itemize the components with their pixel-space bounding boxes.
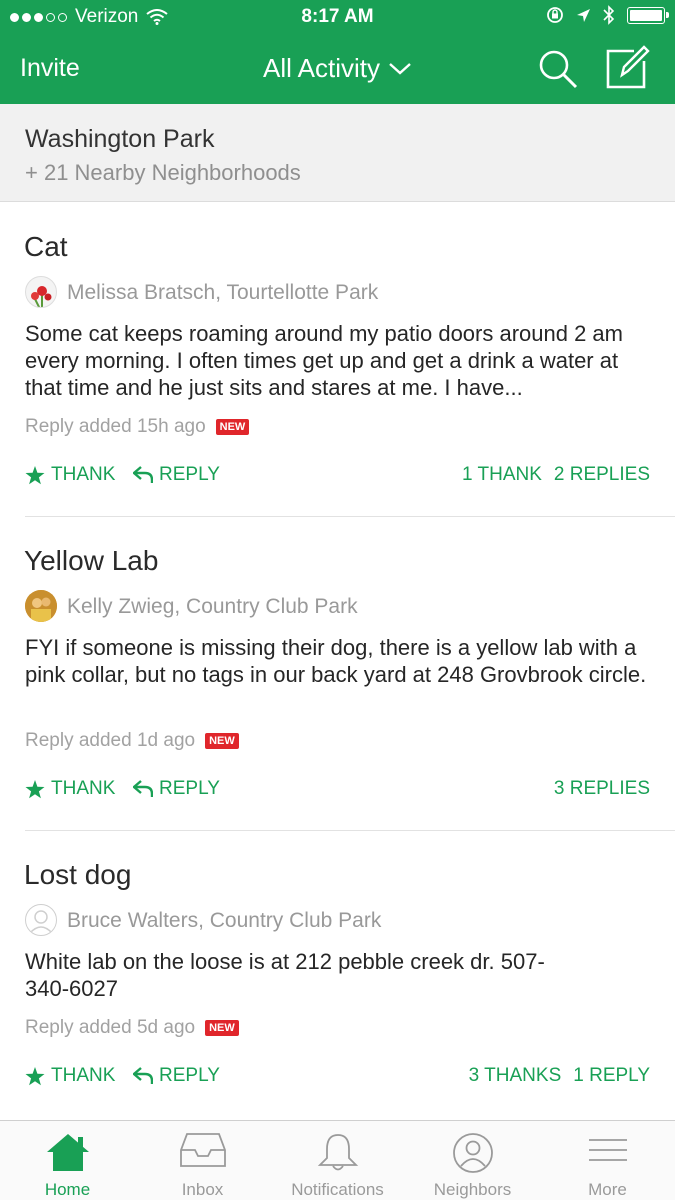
tab-label: More <box>588 1180 627 1199</box>
thanks-count[interactable]: 3 THANKS <box>469 1065 562 1087</box>
flower-avatar-icon <box>31 286 52 307</box>
thank-button[interactable]: THANK <box>25 464 115 486</box>
location-arrow-icon <box>577 8 590 22</box>
activity-filter-label: All Activity <box>262 53 381 83</box>
post-body: FYI if someone is missing their dog, the… <box>25 635 647 687</box>
battery-icon <box>627 6 669 24</box>
avatar[interactable] <box>25 590 57 622</box>
nearby-neighborhoods: + 21 Nearby Neighborhoods <box>25 160 301 185</box>
star-icon <box>25 779 45 798</box>
star-icon <box>25 1066 45 1085</box>
post-counts: 3 THANKS 1 REPLY <box>469 1065 650 1087</box>
post-card[interactable]: Lost dog Bruce Walters, Country Club Par… <box>0 831 675 1120</box>
post-author[interactable]: Melissa Bratsch, Tourtellotte Park <box>67 281 378 305</box>
inbox-icon <box>179 1133 226 1167</box>
status-icons <box>546 5 669 25</box>
post-card[interactable]: Yellow Lab Kelly Zwieg, Country Club Par… <box>0 517 675 831</box>
replies-count[interactable]: 2 REPLIES <box>554 464 650 486</box>
post-title: Cat <box>24 231 68 262</box>
new-badge: NEW <box>205 1020 239 1036</box>
reply-timestamp: Reply added 1d ago <box>25 730 196 751</box>
photo-avatar-icon <box>25 590 57 622</box>
home-icon <box>46 1134 89 1171</box>
post-body: White lab on the loose is at 212 pebble … <box>25 949 545 1001</box>
reply-label: REPLY <box>159 464 220 485</box>
reply-button[interactable]: REPLY <box>133 778 220 800</box>
thank-label: THANK <box>51 778 116 799</box>
reply-button[interactable]: REPLY <box>133 464 220 486</box>
tab-neighbors[interactable]: Neighbors <box>405 1121 540 1200</box>
tab-label: Notifications <box>291 1180 384 1199</box>
nav-bar: Invite All Activity <box>0 34 675 104</box>
thank-label: THANK <box>51 1065 116 1086</box>
avatar[interactable] <box>25 904 57 936</box>
status-bar: Verizon 8:17 AM <box>0 0 675 34</box>
tab-label: Neighbors <box>433 1180 512 1199</box>
reply-arrow-icon <box>133 1067 153 1084</box>
tab-label: Home <box>44 1180 91 1199</box>
thank-button[interactable]: THANK <box>25 778 115 800</box>
bell-icon <box>317 1134 358 1171</box>
menu-icon <box>588 1139 627 1161</box>
tab-bar: Home Inbox Notifications Neighbors More <box>0 1120 675 1200</box>
new-badge: NEW <box>205 733 239 749</box>
tab-home[interactable]: Home <box>0 1121 135 1200</box>
post-counts: 3 REPLIES <box>554 778 650 800</box>
post-meta: Reply added 5d ago NEW <box>25 1017 239 1039</box>
tab-label: Inbox <box>181 1180 224 1199</box>
post-author[interactable]: Bruce Walters, Country Club Park <box>67 909 381 933</box>
search-icon[interactable] <box>537 48 579 90</box>
reply-label: REPLY <box>159 778 220 799</box>
tab-notifications[interactable]: Notifications <box>270 1121 405 1200</box>
thank-button[interactable]: THANK <box>25 1065 115 1087</box>
chevron-down-icon <box>389 62 411 75</box>
reply-timestamp: Reply added 5d ago <box>25 1017 196 1038</box>
reply-timestamp: Reply added 15h ago <box>25 416 206 437</box>
post-title: Lost dog <box>24 859 132 890</box>
battery-level <box>630 9 662 21</box>
post-body: Some cat keeps roaming around my patio d… <box>25 321 623 400</box>
reply-button[interactable]: REPLY <box>133 1065 220 1087</box>
replies-count[interactable]: 3 REPLIES <box>554 778 650 800</box>
post-card[interactable]: Cat Melissa Bratsch, Tourtellotte Park S… <box>0 203 675 517</box>
post-title: Yellow Lab <box>24 545 159 576</box>
neighborhood-header[interactable]: Washington Park + 21 Nearby Neighborhood… <box>0 104 675 202</box>
reply-arrow-icon <box>133 466 153 483</box>
avatar[interactable] <box>25 276 57 308</box>
star-icon <box>25 465 45 484</box>
tab-inbox[interactable]: Inbox <box>135 1121 270 1200</box>
default-avatar-icon <box>29 910 53 934</box>
post-author[interactable]: Kelly Zwieg, Country Club Park <box>67 595 358 619</box>
tab-more[interactable]: More <box>540 1121 675 1200</box>
replies-count[interactable]: 1 REPLY <box>573 1065 650 1087</box>
compose-icon[interactable] <box>604 45 650 91</box>
thanks-count[interactable]: 1 THANK <box>462 464 542 486</box>
orientation-lock-icon <box>547 7 563 23</box>
thank-label: THANK <box>51 464 116 485</box>
reply-arrow-icon <box>133 780 153 797</box>
neighbors-icon <box>452 1133 493 1173</box>
neighborhood-name: Washington Park <box>25 125 215 153</box>
post-meta: Reply added 15h ago NEW <box>25 416 250 438</box>
post-meta: Reply added 1d ago NEW <box>25 730 239 752</box>
bluetooth-icon <box>603 5 615 25</box>
new-badge: NEW <box>215 419 250 435</box>
post-counts: 1 THANK 2 REPLIES <box>462 464 650 486</box>
reply-label: REPLY <box>159 1065 220 1086</box>
